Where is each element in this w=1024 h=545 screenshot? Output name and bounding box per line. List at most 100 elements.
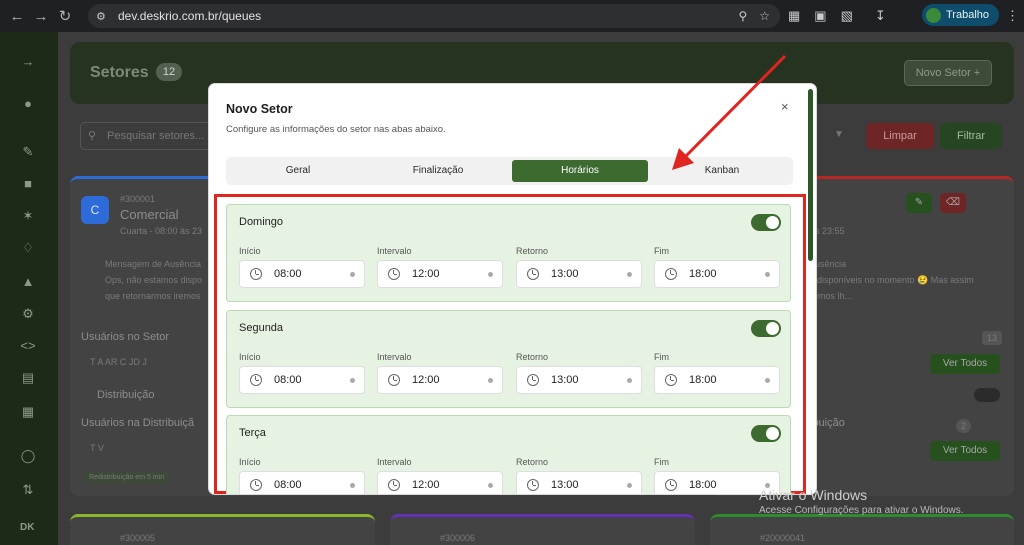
field-label: Início bbox=[239, 246, 261, 256]
dot-icon bbox=[627, 272, 632, 277]
expand-icon[interactable]: → bbox=[20, 54, 36, 70]
edit-button[interactable]: ✎ bbox=[906, 193, 932, 213]
modal-subtitle: Configure as informações do setor nas ab… bbox=[226, 124, 446, 135]
tag-icon[interactable]: ♢ bbox=[20, 240, 36, 256]
clock-icon bbox=[388, 479, 400, 491]
bookmark-star-icon[interactable]: ☆ bbox=[759, 9, 770, 23]
back-icon[interactable]: ← bbox=[6, 5, 28, 27]
clock-icon bbox=[250, 268, 262, 280]
users-initials: T A AR C JD J bbox=[90, 357, 147, 367]
dot-icon bbox=[350, 483, 355, 488]
dot-icon bbox=[488, 483, 493, 488]
absence-text: Ops, não estamos dispo bbox=[105, 275, 203, 285]
tab-kanban[interactable]: Kanban bbox=[654, 160, 790, 182]
end-time-input[interactable]: 18:00 bbox=[654, 366, 780, 394]
status-badge: Redistribuição em 5 min bbox=[84, 472, 170, 483]
dot-icon bbox=[350, 378, 355, 383]
return-time-input[interactable]: 13:00 bbox=[516, 260, 642, 288]
time-value: 13:00 bbox=[551, 268, 579, 280]
users-distribution-title: Usuários na Distribuiçã bbox=[81, 417, 195, 429]
return-time-input[interactable]: 13:00 bbox=[516, 471, 642, 494]
break-time-input[interactable]: 12:00 bbox=[377, 260, 503, 288]
shield-icon[interactable]: ◯ bbox=[20, 448, 36, 464]
address-bar[interactable]: ⚙ dev.deskrio.com.br/queues ⚲ ☆ bbox=[88, 4, 780, 28]
users-icon[interactable]: ● bbox=[20, 96, 36, 112]
chevron-down-icon[interactable]: ▼ bbox=[834, 129, 844, 140]
clock-icon bbox=[250, 479, 262, 491]
toggle[interactable] bbox=[974, 388, 1000, 402]
day-enabled-toggle[interactable] bbox=[751, 320, 781, 337]
return-time-input[interactable]: 13:00 bbox=[516, 366, 642, 394]
sector-name: Comercial bbox=[120, 207, 179, 222]
day-enabled-toggle[interactable] bbox=[751, 425, 781, 442]
end-time-input[interactable]: 18:00 bbox=[654, 260, 780, 288]
close-icon[interactable]: × bbox=[781, 99, 789, 114]
docs-icon[interactable]: ▤ bbox=[20, 370, 36, 386]
sector-id: #300001 bbox=[120, 194, 156, 204]
time-value: 12:00 bbox=[412, 374, 440, 386]
distribution-initials: T V bbox=[90, 443, 104, 453]
filter-button[interactable]: Filtrar bbox=[940, 123, 1002, 149]
field-label: Início bbox=[239, 457, 261, 467]
day-schedule: Terça Início Intervalo Retorno Fim 08:00… bbox=[226, 415, 791, 494]
cast-icon[interactable]: ▣ bbox=[814, 8, 826, 24]
dot-icon bbox=[350, 272, 355, 277]
absence-text: s disponíveis no momento 😢 Mas assim bbox=[810, 275, 974, 285]
start-time-input[interactable]: 08:00 bbox=[239, 366, 365, 394]
integrations-icon[interactable]: ⇅ bbox=[20, 482, 36, 498]
sectors-icon[interactable]: ▲ bbox=[20, 274, 36, 290]
site-info-icon[interactable]: ⚙ bbox=[96, 10, 114, 23]
code-icon[interactable]: <> bbox=[20, 338, 36, 354]
time-value: 18:00 bbox=[689, 479, 717, 491]
time-value: 18:00 bbox=[689, 374, 717, 386]
absence-title: Mensagem de Ausência bbox=[105, 259, 202, 269]
tab-geral[interactable]: Geral bbox=[230, 160, 366, 182]
edit-icon[interactable]: ✎ bbox=[20, 144, 36, 160]
scrollbar[interactable] bbox=[808, 89, 813, 261]
grid-icon[interactable]: ▦ bbox=[20, 404, 36, 420]
bot-icon[interactable]: ■ bbox=[20, 176, 36, 192]
day-enabled-toggle[interactable] bbox=[751, 214, 781, 231]
kebab-menu-icon[interactable]: ⋮ bbox=[1006, 8, 1019, 24]
sector-id: #20000041 bbox=[760, 533, 806, 543]
count-badge: 13 bbox=[982, 331, 1003, 345]
zoom-icon[interactable]: ⚲ bbox=[738, 9, 747, 23]
start-time-input[interactable]: 08:00 bbox=[239, 260, 365, 288]
reload-icon[interactable]: ↻ bbox=[54, 5, 76, 27]
time-value: 08:00 bbox=[274, 268, 302, 280]
url-text[interactable]: dev.deskrio.com.br/queues bbox=[118, 9, 261, 23]
sector-card: #300006 bbox=[390, 514, 695, 545]
day-name: Terça bbox=[239, 427, 266, 439]
users-title: Usuários no Setor bbox=[81, 331, 170, 343]
avatar: C bbox=[81, 196, 109, 224]
extensions-icon[interactable]: ▦ bbox=[788, 8, 800, 24]
clock-icon bbox=[250, 374, 262, 386]
clear-button[interactable]: Limpar bbox=[866, 123, 934, 149]
absence-text: remos lh... bbox=[810, 291, 853, 301]
profile-button[interactable]: Trabalho bbox=[922, 4, 1000, 26]
download-icon[interactable]: ↧ bbox=[875, 8, 886, 24]
settings-icon[interactable]: ⚙ bbox=[20, 306, 36, 322]
flow-icon[interactable]: ✶ bbox=[20, 208, 36, 224]
day-schedule: Domingo Início Intervalo Retorno Fim 08:… bbox=[226, 204, 791, 302]
schedule-highlight: Domingo Início Intervalo Retorno Fim 08:… bbox=[214, 194, 806, 494]
forward-icon[interactable]: → bbox=[30, 5, 52, 27]
time-value: 13:00 bbox=[551, 479, 579, 491]
delete-button[interactable]: ⌫ bbox=[940, 193, 966, 213]
sidebar-footer: DK bbox=[20, 522, 35, 533]
absence-text: que retornarmos iremos bbox=[105, 291, 201, 301]
break-time-input[interactable]: 12:00 bbox=[377, 366, 503, 394]
field-label: Retorno bbox=[516, 457, 549, 467]
tab-finalizacao[interactable]: Finalização bbox=[370, 160, 506, 182]
field-label: Retorno bbox=[516, 246, 549, 256]
field-label: Retorno bbox=[516, 352, 549, 362]
tab-horarios[interactable]: Horários bbox=[512, 160, 648, 182]
sector-schedule: Cuarta - 08:00 às 23 bbox=[120, 226, 203, 236]
translate-icon[interactable]: ▧ bbox=[841, 8, 853, 24]
view-all-button[interactable]: Ver Todos bbox=[930, 354, 1000, 374]
count-badge: 2 bbox=[956, 419, 972, 433]
view-all-button[interactable]: Ver Todos bbox=[930, 441, 1000, 461]
new-sector-button[interactable]: Novo Setor + bbox=[904, 60, 992, 86]
break-time-input[interactable]: 12:00 bbox=[377, 471, 503, 494]
start-time-input[interactable]: 08:00 bbox=[239, 471, 365, 494]
